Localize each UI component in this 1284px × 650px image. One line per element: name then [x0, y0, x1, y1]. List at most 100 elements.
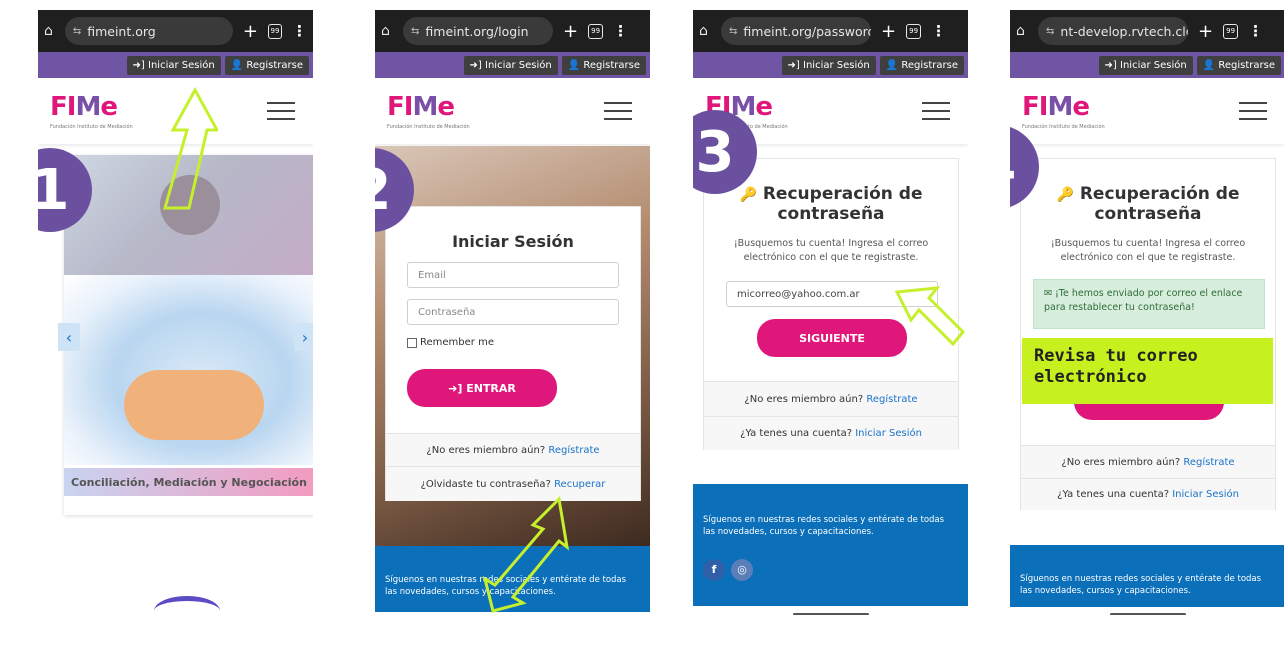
- site-settings-icon[interactable]: ⇆: [729, 26, 737, 37]
- instagram-icon[interactable]: ◎: [731, 558, 753, 581]
- register-link[interactable]: Regístrate: [866, 394, 917, 405]
- site-footer: Síguenos en nuestras redes sociales y en…: [1010, 545, 1284, 607]
- login-button[interactable]: ➜] Iniciar Sesión: [463, 55, 558, 75]
- login-label: Iniciar Sesión: [485, 59, 552, 71]
- submit-button[interactable]: ➜] ENTRAR: [407, 369, 557, 407]
- overflow-menu-icon[interactable]: ⋮: [1248, 22, 1263, 40]
- login-label: Iniciar Sesión: [148, 59, 215, 71]
- checkbox-icon[interactable]: [407, 337, 417, 348]
- login-button[interactable]: ➜] Iniciar Sesión: [781, 55, 876, 75]
- hamburger-menu-icon[interactable]: [922, 102, 950, 126]
- tab-switcher-icon[interactable]: 99: [906, 23, 922, 39]
- site-settings-icon[interactable]: ⇆: [1046, 26, 1054, 37]
- browser-toolbar: ⌂ ⇆ fimeint.org/password/re + 99 ⋮: [693, 10, 968, 52]
- register-button[interactable]: 👤 Registrarse: [1196, 55, 1281, 75]
- email-field[interactable]: Email: [407, 262, 619, 288]
- register-button[interactable]: 👤 Registrarse: [879, 55, 964, 75]
- new-tab-icon[interactable]: +: [881, 21, 896, 42]
- address-bar[interactable]: ⇆ fimeint.org/password/re: [721, 17, 871, 45]
- footer-text: Síguenos en nuestras redes sociales y en…: [703, 515, 945, 538]
- login-row: ¿Ya tenes una cuenta? Iniciar Sesión: [1021, 478, 1275, 510]
- new-tab-icon[interactable]: +: [563, 21, 578, 42]
- site-header: FIMeFundación Instituto de Mediación: [1010, 78, 1284, 144]
- step-number: 4: [1010, 135, 1016, 200]
- fime-logo[interactable]: FIMeFundación Instituto de Mediación: [387, 92, 470, 130]
- login-title: Iniciar Sesión: [452, 232, 574, 251]
- register-button[interactable]: 👤 Registrarse: [561, 55, 646, 75]
- register-row: ¿No eres miembro aún? Regístrate: [1021, 445, 1275, 478]
- not-member-text: ¿No eres miembro aún?: [1061, 456, 1181, 468]
- overflow-menu-icon[interactable]: ⋮: [931, 22, 946, 40]
- new-tab-icon[interactable]: +: [243, 21, 258, 42]
- address-bar[interactable]: ⇆ fimeint.org/login: [403, 17, 553, 45]
- tab-switcher-icon[interactable]: 99: [588, 23, 604, 39]
- home-icon[interactable]: ⌂: [699, 23, 715, 39]
- logo-subtitle: Fundación Instituto de Mediación: [1022, 124, 1105, 130]
- url-text: fimeint.org: [87, 23, 156, 39]
- home-indicator: [793, 613, 869, 615]
- success-alert: ✉ ¡Te hemos enviado por correo el enlace…: [1033, 279, 1265, 329]
- recover-link[interactable]: Recuperar: [554, 479, 605, 490]
- address-bar[interactable]: ⇆ fimeint.org: [64, 17, 233, 45]
- next-button[interactable]: SIGUIENTE: [757, 319, 907, 357]
- step-number: 3: [695, 119, 735, 185]
- fime-logo[interactable]: FIMeFundación Instituto de Mediación: [1022, 92, 1105, 130]
- forgot-text: ¿Olvidaste tu contraseña?: [420, 478, 551, 490]
- login-link[interactable]: Iniciar Sesión: [855, 428, 922, 439]
- success-text: ¡Te hemos enviado por correo el enlace p…: [1044, 288, 1243, 314]
- overflow-menu-icon[interactable]: ⋮: [613, 22, 628, 40]
- arrow-pointer-icon: [894, 286, 966, 347]
- login-label: Iniciar Sesión: [1120, 59, 1187, 71]
- tab-switcher-icon[interactable]: 99: [1223, 23, 1239, 39]
- hamburger-menu-icon[interactable]: [267, 102, 295, 126]
- not-member-text: ¿No eres miembro aún?: [426, 444, 546, 456]
- password-field[interactable]: Contraseña: [407, 299, 619, 325]
- password-placeholder: Contraseña: [418, 306, 476, 318]
- home-icon[interactable]: ⌂: [381, 23, 397, 39]
- footer-text: Síguenos en nuestras redes sociales y en…: [1020, 574, 1262, 597]
- panel-2: ⌂ ⇆ fimeint.org/login + 99 ⋮ ➜] Iniciar S…: [375, 10, 650, 615]
- panel-3: ⌂ ⇆ fimeint.org/password/re + 99 ⋮ ➜] Ini…: [693, 10, 968, 615]
- site-topbar: ➜] Iniciar Sesión 👤 Registrarse: [38, 52, 313, 78]
- register-link[interactable]: Regístrate: [1183, 457, 1234, 468]
- login-link[interactable]: Iniciar Sesión: [1172, 489, 1239, 500]
- carousel-caption-text: Conciliación, Mediación y Negociación: [71, 475, 307, 489]
- fime-logo[interactable]: FIMeFundación Instituto de Mediación: [50, 92, 133, 130]
- register-row: ¿No eres miembro aún? Regístrate: [386, 433, 640, 466]
- recovery-subtitle: ¡Busquemos tu cuenta! Ingresa el correo …: [733, 238, 929, 264]
- register-row: ¿No eres miembro aún? Regístrate: [704, 381, 958, 416]
- register-link[interactable]: Regístrate: [548, 445, 599, 456]
- address-bar[interactable]: ⇆ nt-develop.rvtech.cloud: [1038, 17, 1188, 45]
- carousel-caption: Conciliación, Mediación y Negociación: [64, 468, 313, 496]
- handshake-illustration: [124, 370, 264, 440]
- new-tab-icon[interactable]: +: [1198, 21, 1213, 42]
- hamburger-menu-icon[interactable]: [604, 102, 632, 126]
- carousel-next-button[interactable]: ›: [294, 323, 313, 351]
- register-button[interactable]: 👤 Registrarse: [224, 55, 309, 75]
- browser-toolbar: ⌂ ⇆ fimeint.org/login + 99 ⋮: [375, 10, 650, 52]
- login-button[interactable]: ➜] Iniciar Sesión: [126, 55, 221, 75]
- site-settings-icon[interactable]: ⇆: [411, 26, 419, 37]
- arrow-pointer-icon: [163, 86, 218, 210]
- instagram-glyph: ◎: [737, 562, 747, 576]
- register-label: Registrarse: [901, 59, 958, 71]
- carousel-prev-button[interactable]: ‹: [58, 323, 80, 351]
- overflow-menu-icon[interactable]: ⋮: [292, 22, 307, 40]
- login-row: ¿Ya tenes una cuenta? Iniciar Sesión: [704, 416, 958, 450]
- login-button[interactable]: ➜] Iniciar Sesión: [1098, 55, 1193, 75]
- tab-switcher-icon[interactable]: 99: [267, 23, 282, 39]
- logo-subtitle: Fundación Instituto de Mediación: [50, 124, 133, 130]
- site-topbar: ➜] Iniciar Sesión 👤 Registrarse: [693, 52, 968, 78]
- step-number: 2: [375, 158, 391, 223]
- loading-spinner-arc: [154, 596, 220, 615]
- site-settings-icon[interactable]: ⇆: [73, 26, 81, 37]
- remember-me-checkbox[interactable]: Remember me: [407, 337, 494, 348]
- facebook-icon[interactable]: f: [703, 558, 725, 581]
- panel-4: ⌂ ⇆ nt-develop.rvtech.cloud + 99 ⋮ ➜] Ini…: [1010, 10, 1284, 615]
- hamburger-menu-icon[interactable]: [1239, 102, 1267, 126]
- next-label: SIGUIENTE: [799, 331, 865, 345]
- home-icon[interactable]: ⌂: [44, 23, 59, 39]
- callout-box: Revisa tu correo electrónico: [1022, 338, 1273, 404]
- social-links: f ◎: [703, 558, 958, 581]
- home-icon[interactable]: ⌂: [1016, 23, 1032, 39]
